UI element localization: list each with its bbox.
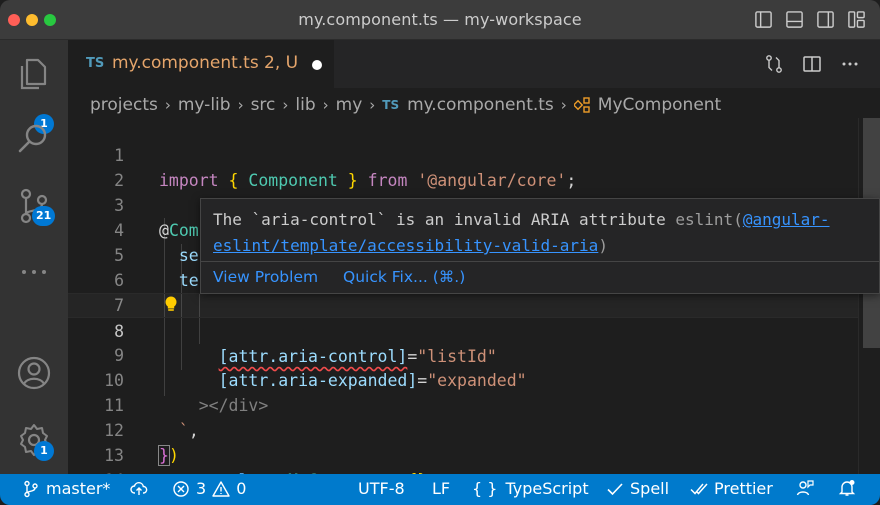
- code-line: 9 [attr.aria-expanded]="expanded": [68, 318, 858, 390]
- title-bar: my.component.ts — my-workspace: [0, 0, 880, 40]
- code-line: 11 `,: [68, 368, 858, 440]
- toggle-secondary-sidebar-icon[interactable]: [816, 10, 835, 29]
- problems-status[interactable]: 3 0: [172, 479, 246, 498]
- encoding-status[interactable]: UTF-8: [358, 479, 405, 498]
- accounts-icon[interactable]: [14, 353, 54, 393]
- code-line-current: 8 [attr.aria-control]="listId": [68, 293, 858, 366]
- chevron-right-icon: ›: [369, 96, 376, 114]
- error-source: eslint(: [675, 210, 743, 229]
- rule-link[interactable]: @angular-: [743, 210, 830, 229]
- manage-badge: 1: [34, 441, 54, 461]
- toggle-panel-icon[interactable]: [785, 10, 804, 29]
- bell-dot-icon: [838, 480, 856, 496]
- eol-status[interactable]: LF: [432, 479, 450, 498]
- tab-filename: my.component.ts: [112, 53, 259, 73]
- breadcrumb: projects › my-lib › src › lib › my › TS …: [90, 94, 721, 116]
- spell-label: Spell: [630, 479, 670, 498]
- accounts-feedback-icon: [796, 480, 814, 496]
- editor-actions: [764, 54, 860, 74]
- code-line: 10 ></div>: [68, 343, 858, 415]
- error-message: The `aria-control` is an invalid ARIA at…: [213, 210, 666, 229]
- window-title: my.component.ts — my-workspace: [298, 10, 582, 29]
- chevron-right-icon: ›: [560, 96, 567, 114]
- notifications-status[interactable]: [838, 479, 862, 497]
- layout-controls: [754, 10, 866, 29]
- live-share-status[interactable]: [796, 479, 820, 497]
- rule-link[interactable]: eslint/template/accessibility-valid-aria: [213, 236, 598, 255]
- breadcrumb-item[interactable]: src: [251, 95, 276, 115]
- explorer-icon[interactable]: [14, 54, 54, 94]
- status-bar: master* 3 0 UTF-8 LF { } TypeScript Spel…: [0, 474, 880, 505]
- branch-name: master*: [46, 479, 111, 498]
- cloud-sync-icon: [130, 482, 148, 495]
- customize-layout-icon[interactable]: [847, 10, 866, 29]
- class-symbol-icon: [573, 97, 590, 113]
- search-icon[interactable]: [14, 118, 54, 158]
- language-mode: TypeScript: [505, 479, 589, 498]
- code-editor[interactable]: 1 import { Component } from '@angular/co…: [68, 118, 880, 490]
- breadcrumb-symbol[interactable]: MyComponent: [598, 95, 721, 115]
- unsaved-dot-icon[interactable]: [312, 60, 322, 70]
- tab-problem-status: 2, U: [264, 53, 299, 73]
- chevron-right-icon: ›: [164, 96, 171, 114]
- code-line: 2: [68, 143, 858, 190]
- language-braces-icon: { }: [472, 479, 498, 498]
- code-line: 12 }): [68, 393, 858, 466]
- lightbulb-icon[interactable]: [162, 295, 180, 313]
- diagnostic-hover: The `aria-control` is an invalid ARIA at…: [200, 198, 880, 294]
- toggle-primary-sidebar-icon[interactable]: [754, 10, 773, 29]
- breadcrumb-item[interactable]: my-lib: [178, 95, 231, 115]
- check-icon: [607, 482, 623, 495]
- quick-fix-link[interactable]: Quick Fix... (⌘.): [343, 268, 465, 286]
- typescript-file-icon: TS: [382, 98, 400, 112]
- breadcrumb-file[interactable]: my.component.ts: [407, 95, 554, 115]
- chevron-right-icon: ›: [282, 96, 289, 114]
- hover-actions: View Problem Quick Fix... (⌘.): [201, 261, 879, 293]
- open-changes-icon[interactable]: [764, 54, 784, 74]
- language-status[interactable]: { } TypeScript: [472, 479, 589, 498]
- prettier-status[interactable]: Prettier: [690, 479, 773, 498]
- tab-my-component[interactable]: TS my.component.ts 2, U: [68, 40, 334, 88]
- more-actions-icon[interactable]: [840, 54, 860, 74]
- code-line: 1 import { Component } from '@angular/co…: [68, 118, 858, 190]
- source-control-badge: 21: [32, 206, 56, 226]
- error-icon: [173, 480, 189, 497]
- double-check-icon: [690, 482, 708, 495]
- typescript-file-icon: TS: [86, 56, 105, 71]
- code-line: 14: [68, 443, 858, 490]
- branch-status[interactable]: master*: [22, 479, 110, 498]
- code-line: 13 export class MyComponent {}: [68, 418, 858, 490]
- breadcrumb-item[interactable]: lib: [295, 95, 315, 115]
- breadcrumb-item[interactable]: my: [336, 95, 363, 115]
- git-branch-icon: [24, 480, 38, 497]
- hover-message: The `aria-control` is an invalid ARIA at…: [213, 210, 830, 255]
- prettier-label: Prettier: [714, 479, 773, 498]
- editor-scrollbar[interactable]: [858, 118, 880, 474]
- view-problem-link[interactable]: View Problem: [213, 268, 318, 286]
- more-views-icon[interactable]: [14, 252, 54, 292]
- code-line: 3 @Component({: [68, 168, 858, 241]
- breadcrumb-item[interactable]: projects: [90, 95, 158, 115]
- warning-count: 0: [236, 479, 247, 498]
- chevron-right-icon: ›: [237, 96, 244, 114]
- split-editor-icon[interactable]: [802, 54, 822, 74]
- chevron-right-icon: ›: [322, 96, 329, 114]
- activity-bar: 1 21 1: [0, 40, 68, 474]
- error-count: 3: [196, 479, 207, 498]
- spell-status[interactable]: Spell: [606, 479, 669, 498]
- editor-tab-bar: TS my.component.ts 2, U: [68, 40, 880, 88]
- warning-icon: [212, 480, 230, 497]
- vscode-window: my.component.ts — my-workspace 1 21 1 TS…: [0, 0, 880, 505]
- sync-status[interactable]: [130, 479, 154, 497]
